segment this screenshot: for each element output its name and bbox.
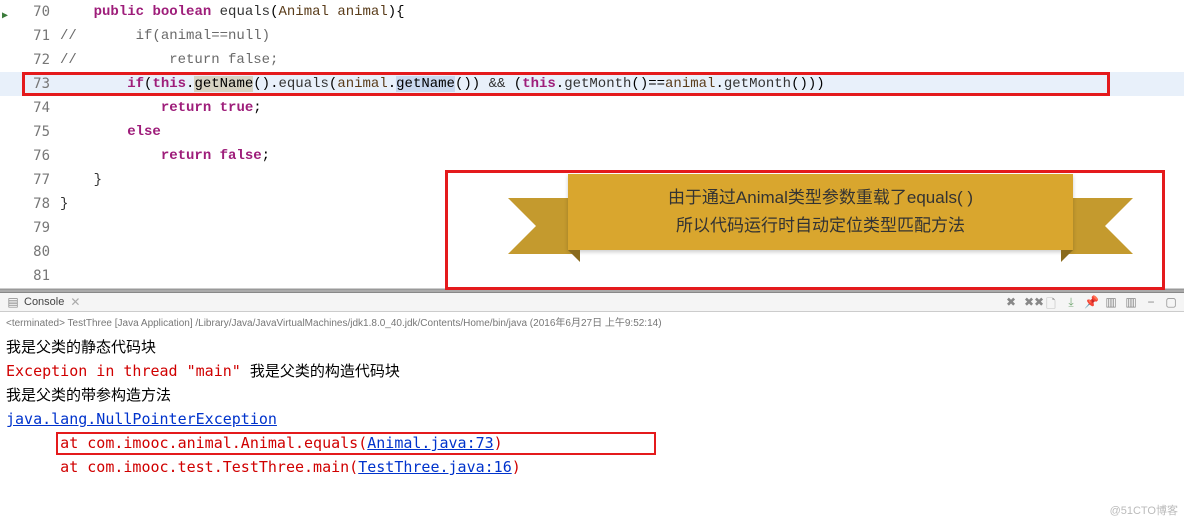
console-line: java.lang.NullPointerException <box>6 407 1178 431</box>
annotation-banner: 由于通过Animal类型参数重载了equals( ) 所以代码运行时自动定位类型… <box>508 174 1133 274</box>
code-text: public boolean equals(Animal animal){ <box>60 0 1184 24</box>
close-tab-icon[interactable]: ✕ <box>68 295 82 309</box>
pin-console-icon[interactable]: 📌 <box>1084 295 1098 309</box>
tab-console[interactable]: ▤ Console ✕ <box>6 295 82 309</box>
console-line: at com.imooc.test.TestThree.main(TestThr… <box>6 455 1178 479</box>
code-line: 76 return false; <box>0 144 1184 168</box>
line-number: 74 <box>0 96 60 120</box>
code-text: return false; <box>60 144 1184 168</box>
code-text: return true; <box>60 96 1184 120</box>
line-number: 76 <box>0 144 60 168</box>
console-icon: ▤ <box>6 295 20 309</box>
line-number: 73 <box>0 72 60 96</box>
line-number: 80 <box>0 240 60 264</box>
code-line-current: 73 if(this.getName().equals(animal.getNa… <box>0 72 1184 96</box>
code-line: 75 else <box>0 120 1184 144</box>
exception-link[interactable]: java.lang.NullPointerException <box>6 410 277 428</box>
remove-launch-icon[interactable]: ✖ <box>1004 295 1018 309</box>
console-toolbar: ✖ ✖✖ 🗋 ⤓ 📌 ▥ ▥ − ▢ <box>1004 295 1178 309</box>
scroll-lock-icon[interactable]: ⤓ <box>1064 295 1078 309</box>
banner-text-line1: 由于通过Animal类型参数重载了equals( ) <box>588 184 1053 212</box>
console-line: Exception in thread "main" 我是父类的构造代码块 <box>6 359 1178 383</box>
watermark: @51CTO博客 <box>1110 502 1178 518</box>
banner-text-line2: 所以代码运行时自动定位类型匹配方法 <box>588 212 1053 240</box>
remove-all-icon[interactable]: ✖✖ <box>1024 295 1038 309</box>
stacktrace-link[interactable]: TestThree.java:16 <box>358 458 512 476</box>
code-line: 74 return true; <box>0 96 1184 120</box>
code-text: else <box>60 120 1184 144</box>
display-selected-icon[interactable]: ▥ <box>1104 295 1118 309</box>
clear-console-icon[interactable]: 🗋 <box>1044 295 1058 309</box>
code-editor[interactable]: ▶ 70 public boolean equals(Animal animal… <box>0 0 1184 289</box>
open-console-icon[interactable]: ▥ <box>1124 295 1138 309</box>
code-text: // return false; <box>60 48 1184 72</box>
console-header: ▤ Console ✕ ✖ ✖✖ 🗋 ⤓ 📌 ▥ ▥ − ▢ <box>0 293 1184 312</box>
line-number: 75 <box>0 120 60 144</box>
console-tab-label: Console <box>24 296 64 308</box>
code-line: ▶ 70 public boolean equals(Animal animal… <box>0 0 1184 24</box>
line-number: 72 <box>0 48 60 72</box>
line-number: 81 <box>0 264 60 288</box>
line-number: 71 <box>0 24 60 48</box>
console-output[interactable]: 我是父类的静态代码块 Exception in thread "main" 我是… <box>0 331 1184 483</box>
console-line: at com.imooc.animal.Animal.equals(Animal… <box>6 431 1178 455</box>
line-number: 79 <box>0 216 60 240</box>
code-line: 72 // return false; <box>0 48 1184 72</box>
code-line: 71 // if(animal==null) <box>0 24 1184 48</box>
line-number: 77 <box>0 168 60 192</box>
console-status: <terminated> TestThree [Java Application… <box>0 312 1184 331</box>
code-text: // if(animal==null) <box>60 24 1184 48</box>
maximize-icon[interactable]: ▢ <box>1164 295 1178 309</box>
stacktrace-link[interactable]: Animal.java:73 <box>367 434 493 452</box>
line-number: ▶ 70 <box>0 0 60 24</box>
code-text: if(this.getName().equals(animal.getName(… <box>60 72 1184 96</box>
minimize-icon[interactable]: − <box>1144 295 1158 309</box>
line-number: 78 <box>0 192 60 216</box>
console-line: 我是父类的带参构造方法 <box>6 383 1178 407</box>
console-line: 我是父类的静态代码块 <box>6 335 1178 359</box>
